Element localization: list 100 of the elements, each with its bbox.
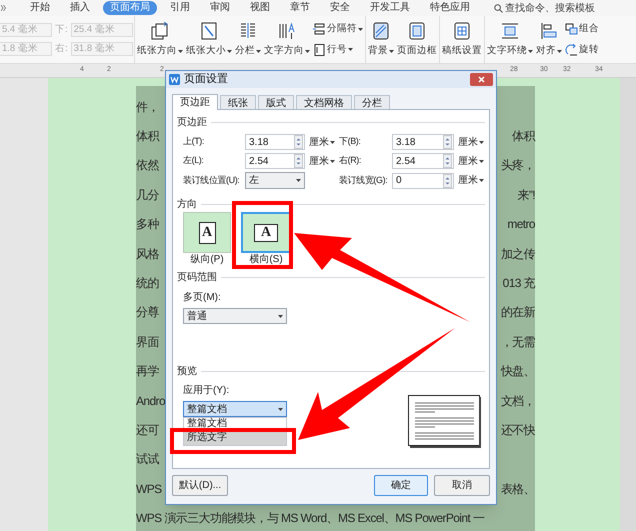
document-text: 统的 [136,275,159,292]
rotate-icon [565,44,578,56]
landscape-page-icon: A [254,224,278,242]
caret-icon [296,179,301,182]
ribbon-button[interactable]: 稿纸设置 [441,16,483,63]
ribbon-button[interactable]: 纸张大小 [185,16,233,63]
caret-icon [557,50,562,52]
dialog-tab[interactable]: 页边距 [172,94,218,110]
caret-icon [348,48,353,52]
spin-buttons[interactable] [443,174,452,188]
ribbon-button[interactable]: 页面边框 [396,16,438,63]
ribbon-button[interactable]: 分隔符 [313,22,363,36]
ribbon-button[interactable]: 行号 [313,42,363,57]
ribbon-button[interactable]: 文字环绕 [486,16,534,63]
spin-buttons[interactable] [294,154,303,168]
dropdown[interactable]: 左 [245,172,305,189]
field-label: 上(T): [183,135,204,148]
caret-icon [305,50,310,52]
caret-icon [358,28,363,31]
ribbon-button[interactable]: 组合 [565,22,599,36]
unit-dropdown[interactable]: 厘米 [305,134,339,150]
dialog-button[interactable]: 默认(D)... [172,475,228,496]
ribbon-button[interactable]: 对齐 [535,16,563,63]
spin-buttons[interactable] [443,154,452,168]
document-text: 文档， [500,392,535,410]
dropdown[interactable]: 普通 [183,308,287,324]
menu-tab[interactable]: 插入 [63,1,97,15]
ribbon-button[interactable]: 文字方向 [263,16,311,63]
section-heading: 页边距 [177,116,207,130]
number-field[interactable]: 2.54 [392,153,454,169]
highlight-frame [232,201,293,269]
chevron-icon[interactable] [1,5,6,11]
document-text: Andro [136,392,166,410]
document-text: 件， [136,98,159,116]
section-heading: 页码范围 [177,270,217,285]
menu-tab[interactable]: 安全 [323,1,357,15]
menu-tab[interactable]: 审阅 [203,1,237,15]
line-numbers-icon [313,44,326,56]
document-text: 还可 [136,422,159,439]
dialog-tab[interactable]: 纸张 [220,95,256,109]
caret-icon [389,50,394,52]
field-label: 装订线位置(U): [183,174,240,187]
background-icon [371,20,391,41]
document-text: 分尊 [136,304,159,322]
document-text: 来”! [517,186,535,204]
number-field[interactable]: 2.54 [245,153,305,169]
caret-icon [278,408,283,410]
field-label: 装订线宽(G): [339,174,388,187]
unit-dropdown[interactable]: 厘米 [454,154,488,168]
dialog-tab[interactable]: 文档网格 [296,95,352,109]
spin-buttons[interactable] [294,135,303,149]
close-button[interactable] [470,73,493,86]
menu-tab[interactable]: 视图 [243,1,277,15]
document-text: 体积 [136,128,159,146]
ribbon-button[interactable]: 旋转 [565,42,599,57]
field-label: 应用于(Y): [183,384,230,398]
menu-tab[interactable]: 引用 [163,1,197,15]
spin-buttons[interactable] [443,135,452,149]
break-icon [313,23,326,36]
menu-tab[interactable]: 章节 [283,1,317,15]
dropdown-option[interactable]: 整篇文档 [184,418,286,430]
dialog-button[interactable]: 取消 [434,475,490,496]
search-field[interactable]: 查找命令、搜索模板 [494,0,595,16]
document-text: metro [507,216,535,234]
grid-page-icon [452,20,472,41]
ribbon-button[interactable]: 背景 [367,16,395,63]
section-heading: 预览 [177,365,197,379]
caret-icon [330,160,335,162]
menu-tab[interactable]: 特色应用 [423,1,477,15]
document-text: WPS [136,480,162,498]
ribbon-button[interactable]: 纸张方向 [136,16,184,63]
page-diagonal-icon [199,20,219,41]
dialog-title: 页面设置 [184,72,229,88]
document-text: 多种 [136,216,159,234]
number-field[interactable]: 3.18 [392,134,454,150]
dialog-tab[interactable]: 分栏 [354,95,390,109]
unit-dropdown[interactable]: 厘米 [454,173,488,188]
dialog-button[interactable]: 确定 [374,475,428,496]
document-text: 试试 [136,451,159,468]
menu-tab[interactable]: 开发工具 [363,1,417,15]
field-label: 下(B): [339,135,360,148]
text-wrap-icon [500,20,520,41]
unit-dropdown[interactable]: 厘米 [305,154,339,168]
unit-dropdown[interactable]: 厘米 [454,134,488,150]
pages-icon [150,20,170,41]
caret-icon [227,50,232,52]
dialog-tab[interactable]: 版式 [258,95,294,109]
caret-icon [256,50,261,52]
number-field[interactable]: 0 [392,172,454,188]
document-text: 头疼， [500,157,535,174]
number-field[interactable]: 3.18 [245,134,305,150]
document-text: 界面 [136,334,159,351]
ribbon-button[interactable]: 分栏 [234,16,262,63]
menu-tab[interactable]: 开始 [23,1,57,15]
document-text: 还不快 [500,422,535,439]
document-text: 的在新 [500,304,535,322]
dropdown[interactable]: 整篇文档 [183,401,287,417]
caret-icon [479,160,484,162]
columns-icon [238,20,258,41]
document-text: 依然 [136,157,159,174]
